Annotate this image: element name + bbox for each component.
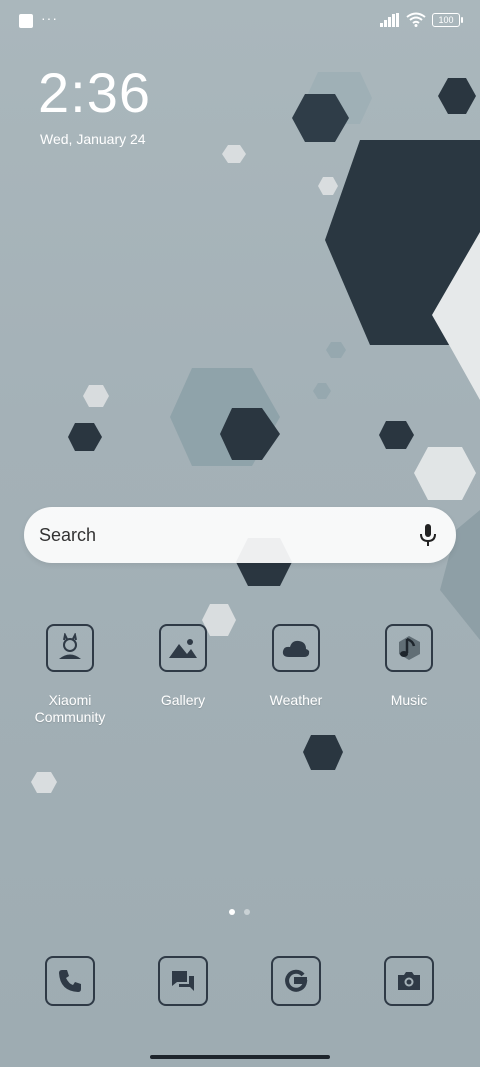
music-note-icon (385, 624, 433, 672)
gallery-icon (159, 624, 207, 672)
app-xiaomi-community[interactable]: Xiaomi Community (15, 624, 125, 726)
cloud-icon (272, 624, 320, 672)
app-gallery[interactable]: Gallery (128, 624, 238, 709)
notification-dots: ··· (41, 10, 58, 26)
app-label: Gallery (160, 692, 206, 708)
battery-level: 100 (438, 14, 454, 25)
app-label: Xiaomi Community (34, 692, 106, 725)
phone-icon[interactable] (45, 956, 95, 1006)
status-bar: ··· 100 (0, 0, 480, 40)
messages-icon[interactable] (158, 956, 208, 1006)
mic-icon[interactable] (418, 523, 438, 547)
page-dot-active (229, 909, 235, 915)
clock-date[interactable]: Wed, January 24 (40, 131, 146, 147)
google-icon[interactable] (271, 956, 321, 1006)
app-label: Weather (269, 692, 323, 708)
app-notification-icon (19, 14, 33, 28)
page-dot (244, 909, 250, 915)
page-indicator (229, 909, 250, 915)
battery-icon: 100 (432, 12, 463, 27)
signal-icon (380, 12, 399, 27)
app-label: Music (390, 692, 428, 708)
search-bar[interactable]: Search (24, 507, 456, 563)
community-icon (46, 624, 94, 672)
home-indicator[interactable] (150, 1055, 330, 1059)
search-placeholder: Search (39, 524, 97, 545)
app-weather[interactable]: Weather (241, 624, 351, 709)
camera-icon[interactable] (384, 956, 434, 1006)
app-music[interactable]: Music (354, 624, 464, 709)
clock-time[interactable]: 2:36 (38, 60, 151, 125)
wifi-icon (406, 12, 426, 27)
